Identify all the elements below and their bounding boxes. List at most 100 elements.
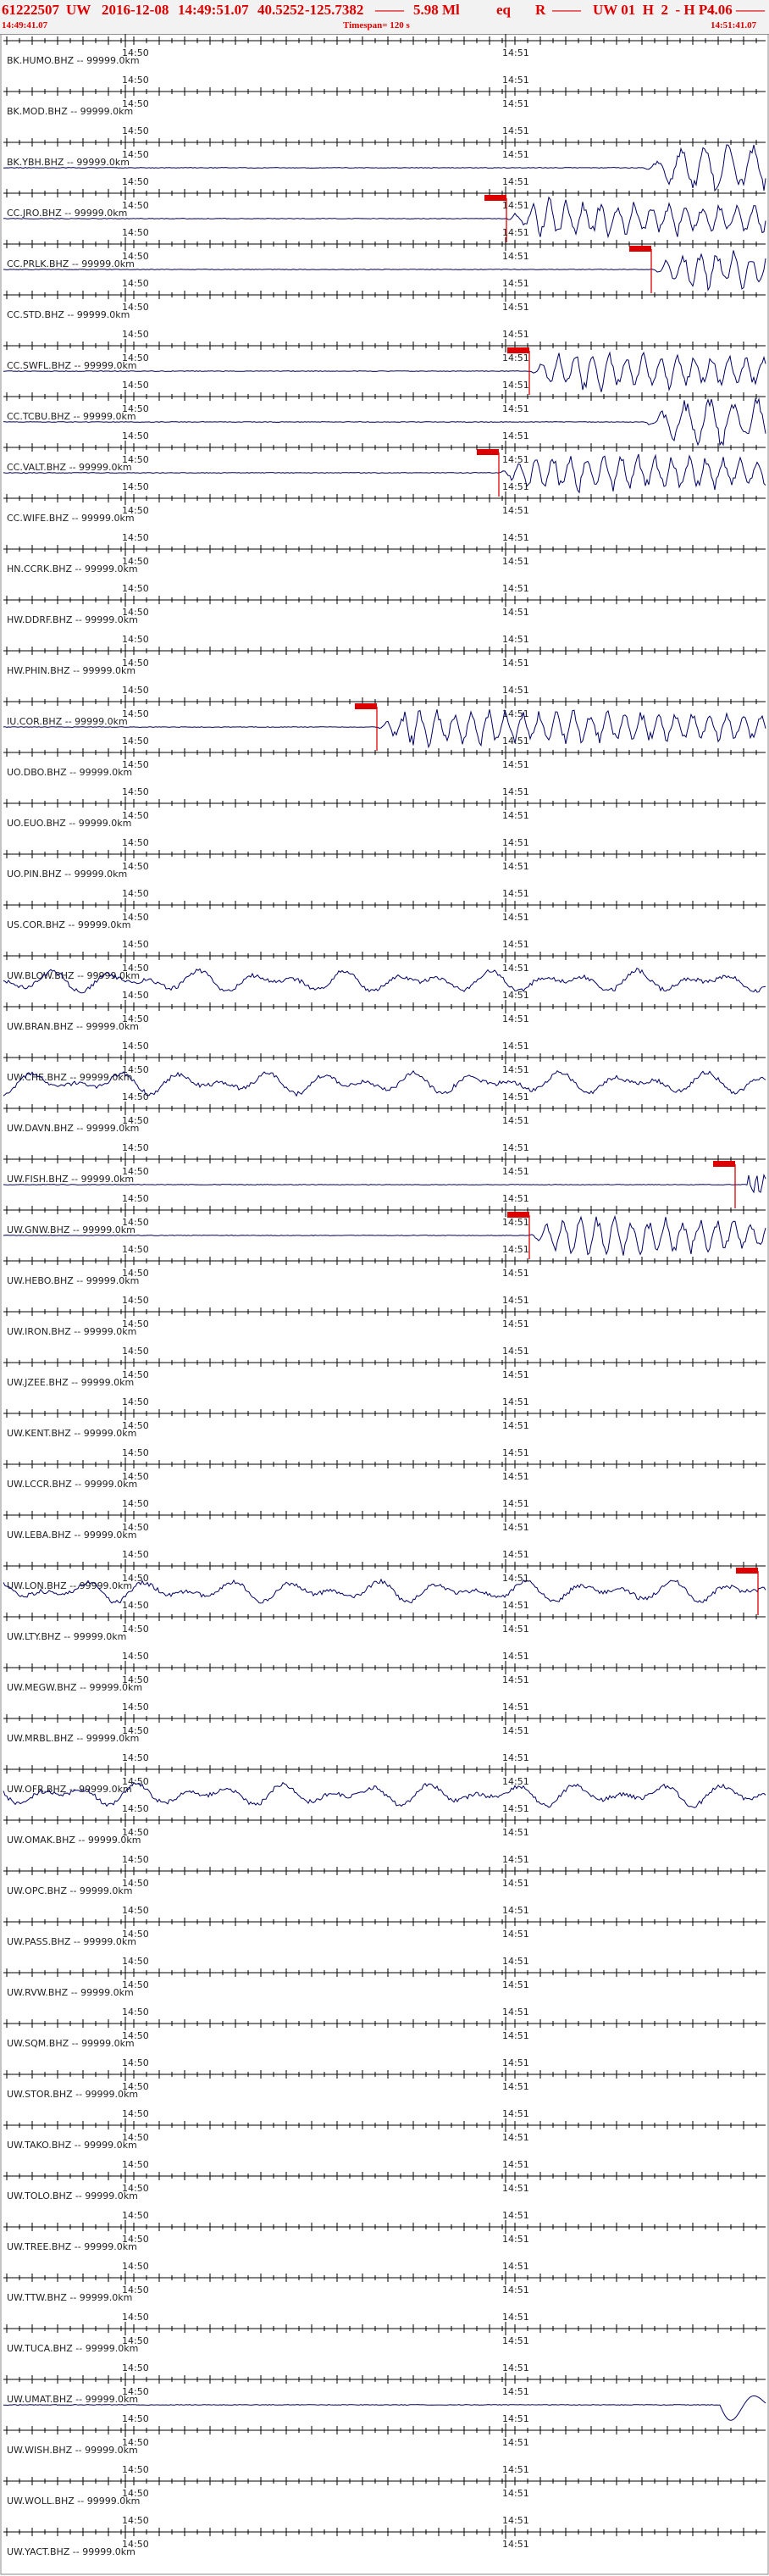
time-label: 14:50 [122,1549,149,1560]
channel-label: UW.TUCA.BHZ -- 99999.0km [7,2343,138,2354]
time-label: 14:50 [122,176,149,187]
waveform-trace[interactable] [3,144,766,192]
waveform-trace[interactable] [3,397,766,447]
time-label: 14:51 [502,2057,529,2068]
phase-pick-flag[interactable] [736,1568,758,1574]
event-network: UW [66,2,91,18]
waveform-trace[interactable] [3,1214,766,1256]
time-label: 14:50 [122,1244,149,1255]
time-label: 14:50 [122,1752,149,1763]
time-label: 14:51 [502,2108,529,2119]
channel-label: CC.STD.BHZ -- 99999.0km [7,309,130,320]
event-quality: 4.06 —— [707,2,765,18]
phase-pick-flag[interactable] [355,703,377,709]
channel-label: UW.UMAT.BHZ -- 99999.0km [7,2394,138,2405]
channel-label: BK.HUMO.BHZ -- 99999.0km [7,55,140,66]
time-label: 14:51 [502,149,529,160]
time-label: 14:51 [502,810,529,821]
time-label: 14:51 [502,1929,529,1940]
time-label: 14:51 [502,34,529,35]
time-label: 14:50 [122,2108,149,2119]
time-label: 14:51 [502,1624,529,1635]
channel-label: UW.OFR.BHZ -- 99999.0km [7,1784,132,1795]
time-label: 14:51 [502,532,529,543]
time-label: 14:51 [502,47,529,58]
time-label: 14:50 [122,634,149,645]
time-label: 14:51 [502,329,529,340]
channel-label: CC.TCBU.BHZ -- 99999.0km [7,411,136,422]
channel-label: UO.PIN.BHZ -- 99999.0km [7,869,127,880]
phase-pick-flag[interactable] [477,449,499,455]
time-label: 14:51 [502,1752,529,1763]
time-label: 14:51 [502,861,529,872]
channel-label: CC.SWFL.BHZ -- 99999.0km [7,360,137,371]
phase-pick-flag[interactable] [484,195,506,201]
channel-label: UW.LTY.BHZ -- 99999.0km [7,1631,126,1642]
time-label: 14:51 [502,1549,529,1560]
time-label: 14:51 [502,786,529,797]
waveform-trace[interactable] [3,351,766,392]
time-label: 14:50 [122,1803,149,1814]
channel-label: UW.MRBL.BHZ -- 99999.0km [7,1733,139,1744]
time-label: 14:50 [122,583,149,594]
time-label: 14:50 [122,227,149,238]
time-label: 14:50 [122,1041,149,1052]
time-label: 14:51 [502,1803,529,1814]
time-label: 14:50 [122,1193,149,1204]
time-label: 14:50 [122,1854,149,1865]
time-label: 14:50 [122,1651,149,1662]
time-label: 14:51 [502,2007,529,2018]
time-label: 14:50 [122,2464,149,2475]
time-label: 14:51 [502,1115,529,1126]
channel-label: HW.DDRF.BHZ -- 99999.0km [7,614,138,625]
time-label: 14:50 [122,481,149,492]
event-review-flag: R [535,2,546,18]
time-label: 14:51 [502,1674,529,1685]
waveform-trace[interactable] [3,453,766,494]
time-label: 14:50 [122,837,149,848]
time-label: 14:51 [502,454,529,465]
time-label: 14:50 [122,990,149,1001]
time-label: 14:50 [122,1295,149,1306]
time-label: 14:51 [502,1244,529,1255]
channel-label: CC.WIFE.BHZ -- 99999.0km [7,513,135,524]
time-label: 14:51 [502,634,529,645]
phase-pick-flag[interactable] [507,347,529,353]
time-label: 14:50 [122,430,149,441]
time-label: 14:51 [502,2132,529,2143]
time-label: 14:50 [122,2312,149,2323]
time-label: 14:51 [502,736,529,747]
time-label: 14:51 [502,2261,529,2272]
time-label: 14:51 [502,990,529,1001]
time-label: 14:51 [502,2183,529,2194]
time-label: 14:50 [122,1600,149,1611]
time-label: 14:51 [502,481,529,492]
time-label: 14:51 [502,403,529,414]
time-label: 14:51 [502,888,529,899]
phase-pick-flag[interactable] [713,1161,735,1167]
channel-label: UW.RVW.BHZ -- 99999.0km [7,1987,134,1998]
channel-label: UW.BLOW.BHZ -- 99999.0km [7,970,140,981]
seismogram-panel[interactable]: 14:50 14:51 14:50 14:51 BK.HUMO.BHZ -- 99999… [0,34,769,2576]
phase-pick-flag[interactable] [507,1212,529,1218]
time-label: 14:50 [122,736,149,747]
time-label: 14:50 [122,1447,149,1458]
channel-label: UW.GNW.BHZ -- 99999.0km [7,1224,136,1235]
channel-label: UW.TREE.BHZ -- 99999.0km [7,2241,137,2252]
channel-label: UW.KENT.BHZ -- 99999.0km [7,1428,136,1439]
time-label: 14:50 [122,2261,149,2272]
time-label: 14:51 [502,2234,529,2245]
time-label: 14:50 [122,1956,149,1967]
time-label: 14:51 [502,1295,529,1306]
channel-label: UW.OPC.BHZ -- 99999.0km [7,1885,133,1896]
time-label: 14:51 [502,607,529,618]
time-label: 14:51 [502,505,529,516]
time-label: 14:50 [122,2159,149,2170]
event-header: 61222507 UW 2016-12-08 14:49:51.07 40.52… [0,0,769,35]
time-label: 14:50 [122,532,149,543]
time-label: 14:51 [502,2515,529,2526]
time-label: 14:50 [122,939,149,950]
waveform-trace[interactable] [3,708,766,749]
phase-pick-flag[interactable] [629,246,651,252]
time-label: 14:51 [502,2362,529,2373]
